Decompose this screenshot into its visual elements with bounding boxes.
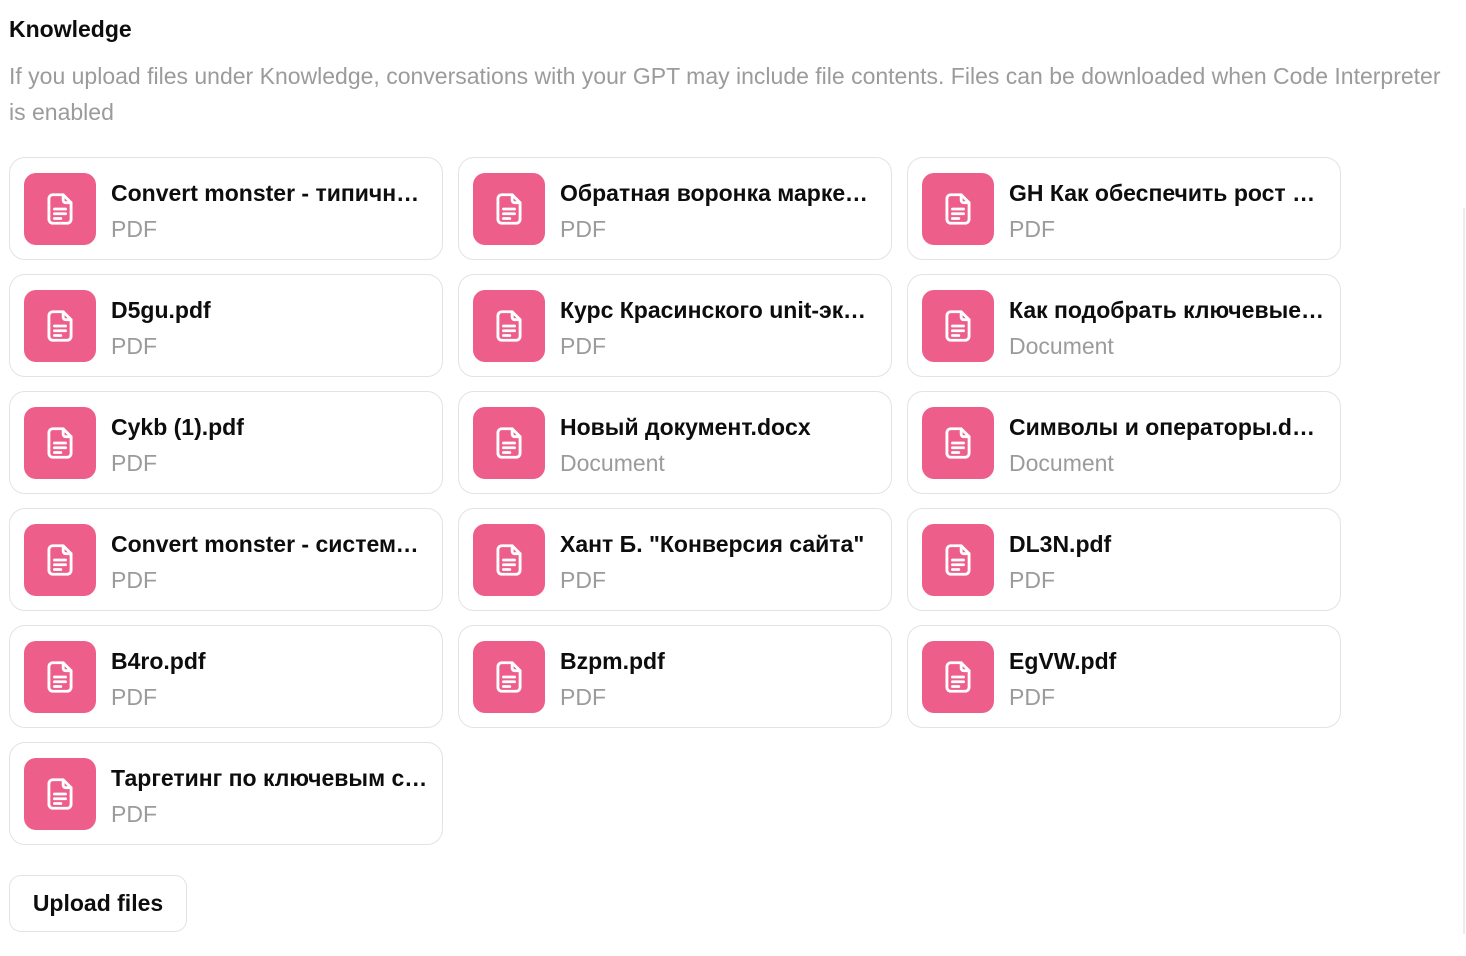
file-type: PDF [111, 567, 157, 593]
file-type: PDF [560, 216, 606, 242]
file-card[interactable]: Курс Красинского unit-экономика PDF [458, 274, 892, 377]
file-name: Convert monster - система продаж [111, 531, 429, 557]
file-document-icon [473, 524, 545, 596]
file-name: B4ro.pdf [111, 648, 206, 674]
file-type: Document [1009, 450, 1114, 476]
file-card[interactable]: Как подобрать ключевые слова Document [907, 274, 1341, 377]
file-card[interactable]: Таргетинг по ключевым словам PDF [9, 742, 443, 845]
file-grid: Convert monster - типичные ошибки PDF Об… [9, 157, 1341, 845]
file-name: Convert monster - типичные ошибки [111, 180, 429, 206]
section-title: Knowledge [9, 16, 132, 42]
file-name: Таргетинг по ключевым словам [111, 765, 429, 791]
upload-files-button[interactable]: Upload files [9, 875, 187, 932]
file-name: GH Как обеспечить рост продаж [1009, 180, 1327, 206]
file-type: PDF [111, 216, 157, 242]
file-card[interactable]: Хант Б. "Конверсия сайта" PDF [458, 508, 892, 611]
file-document-icon [24, 173, 96, 245]
file-type: PDF [111, 684, 157, 710]
file-name: Курс Красинского unit-экономика [560, 297, 878, 323]
file-document-icon [473, 641, 545, 713]
file-document-icon [922, 173, 994, 245]
file-card[interactable]: Обратная воронка маркетинга PDF [458, 157, 892, 260]
file-name: Как подобрать ключевые слова [1009, 297, 1327, 323]
file-type: PDF [560, 567, 606, 593]
file-document-icon [24, 407, 96, 479]
file-document-icon [922, 524, 994, 596]
file-card[interactable]: GH Как обеспечить рост продаж PDF [907, 157, 1341, 260]
file-name: Bzpm.pdf [560, 648, 665, 674]
file-document-icon [922, 407, 994, 479]
file-card[interactable]: Новый документ.docx Document [458, 391, 892, 494]
file-document-icon [473, 290, 545, 362]
file-name: D5gu.pdf [111, 297, 211, 323]
file-card[interactable]: B4ro.pdf PDF [9, 625, 443, 728]
file-document-icon [24, 641, 96, 713]
file-name: DL3N.pdf [1009, 531, 1112, 557]
file-type: Document [560, 450, 665, 476]
file-name: Новый документ.docx [560, 414, 811, 440]
file-document-icon [24, 524, 96, 596]
file-type: PDF [111, 333, 157, 359]
file-document-icon [24, 290, 96, 362]
file-document-icon [473, 407, 545, 479]
file-card[interactable]: EgVW.pdf PDF [907, 625, 1341, 728]
file-type: PDF [1009, 567, 1055, 593]
scrollbar[interactable] [1463, 208, 1465, 934]
file-type: PDF [560, 333, 606, 359]
file-card[interactable]: Cykb (1).pdf PDF [9, 391, 443, 494]
file-card[interactable]: Символы и операторы.docx Document [907, 391, 1341, 494]
file-document-icon [24, 758, 96, 830]
file-type: PDF [1009, 684, 1055, 710]
file-document-icon [922, 290, 994, 362]
file-card[interactable]: Bzpm.pdf PDF [458, 625, 892, 728]
file-type: PDF [111, 801, 157, 827]
file-type: PDF [1009, 216, 1055, 242]
file-type: PDF [560, 684, 606, 710]
file-card[interactable]: Convert monster - система продаж PDF [9, 508, 443, 611]
section-description: If you upload files under Knowledge, con… [9, 63, 1441, 125]
file-name: EgVW.pdf [1009, 648, 1117, 674]
file-card[interactable]: D5gu.pdf PDF [9, 274, 443, 377]
file-name: Cykb (1).pdf [111, 414, 244, 440]
file-name: Символы и операторы.docx [1009, 414, 1327, 440]
file-document-icon [922, 641, 994, 713]
file-type: Document [1009, 333, 1114, 359]
file-name: Обратная воронка маркетинга [560, 180, 878, 206]
file-card[interactable]: DL3N.pdf PDF [907, 508, 1341, 611]
file-card[interactable]: Convert monster - типичные ошибки PDF [9, 157, 443, 260]
file-document-icon [473, 173, 545, 245]
file-name: Хант Б. "Конверсия сайта" [560, 531, 865, 557]
file-type: PDF [111, 450, 157, 476]
